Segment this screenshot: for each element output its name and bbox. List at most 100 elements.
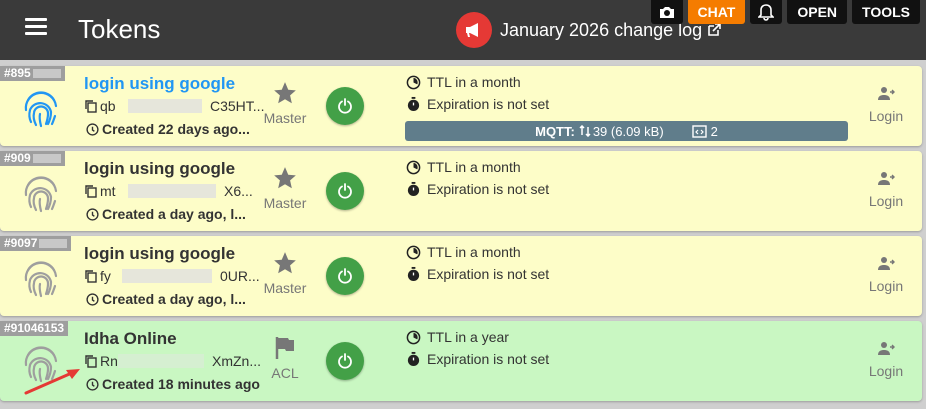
token-name: login using google	[84, 244, 236, 263]
menu-icon[interactable]	[25, 18, 47, 36]
token-mask	[128, 99, 202, 113]
mqtt-stats: 39 (6.09 kB)	[592, 123, 664, 139]
role-master: Master	[262, 165, 308, 213]
created-text: Created 18 minutes ago	[102, 376, 260, 392]
login-button[interactable]: Login	[866, 341, 906, 381]
login-button[interactable]: Login	[866, 86, 906, 126]
ttl-info: TTL in a year	[406, 329, 509, 345]
created-text: Created a day ago, l...	[102, 206, 246, 222]
open-button[interactable]: OPEN	[787, 0, 848, 24]
timelapse-icon	[406, 75, 421, 89]
mqtt-label: MQTT:	[535, 123, 575, 139]
annotation-arrow-icon	[24, 369, 80, 395]
tools-button[interactable]: TOOLS	[852, 0, 920, 24]
mqtt-count: 2	[710, 123, 718, 139]
ttl-info: TTL in a month	[406, 244, 521, 260]
power-icon	[338, 353, 352, 369]
token-prefix: qb	[100, 98, 116, 114]
token-card: #909 login using google mt X6... Created…	[0, 151, 922, 231]
account-arrow-icon	[878, 172, 895, 185]
clock-icon	[86, 292, 99, 306]
fingerprint-icon	[24, 91, 58, 128]
timelapse-icon	[406, 160, 421, 174]
timelapse-icon	[406, 330, 421, 344]
camera-icon	[659, 7, 674, 18]
token-prefix: fy	[100, 268, 111, 284]
token-suffix: 0UR...	[220, 268, 260, 284]
power-toggle-button[interactable]	[326, 87, 364, 125]
created-time: Created a day ago, l...	[86, 206, 246, 222]
login-button[interactable]: Login	[866, 256, 906, 296]
token-card: #895 login using google qb C35HT... Crea…	[0, 66, 922, 146]
token-name: login using google	[84, 159, 236, 178]
account-arrow-icon	[878, 257, 895, 270]
expiration-info: Expiration is not set	[406, 351, 549, 367]
bell-icon	[758, 4, 775, 21]
star-icon	[274, 82, 296, 104]
token-name-link[interactable]: login using google	[84, 74, 235, 94]
camera-button[interactable]	[650, 0, 683, 24]
power-toggle-button[interactable]	[326, 257, 364, 295]
token-suffix: XmZn...	[212, 353, 262, 369]
fingerprint-icon	[24, 176, 58, 213]
copy-icon[interactable]	[84, 269, 98, 283]
power-icon	[338, 98, 352, 114]
power-toggle-button[interactable]	[326, 172, 364, 210]
copy-icon[interactable]	[84, 354, 98, 368]
account-arrow-icon	[878, 87, 895, 100]
stopwatch-icon	[407, 266, 420, 282]
token-suffix: X6...	[224, 183, 253, 199]
token-id-badge: #9097	[0, 236, 72, 251]
created-time: Created 22 days ago...	[86, 121, 250, 137]
token-value[interactable]: mt X6...	[84, 183, 253, 199]
token-prefix: mt	[100, 183, 116, 199]
token-name: Idha Online	[84, 329, 177, 348]
token-mask	[128, 184, 216, 198]
token-mask	[122, 269, 212, 283]
mqtt-stats-bar: MQTT: 39 (6.09 kB) 2	[405, 121, 848, 141]
power-icon	[338, 268, 352, 284]
copy-icon[interactable]	[84, 99, 98, 113]
app-header: Tokens January 2026 change log CHAT OPEN…	[0, 0, 926, 60]
stopwatch-icon	[407, 96, 420, 112]
star-icon	[274, 252, 296, 274]
created-time: Created 18 minutes ago	[86, 376, 260, 392]
megaphone-icon	[456, 12, 492, 48]
token-card: #9097 login using google fy 0UR... Creat…	[0, 236, 922, 316]
account-arrow-icon	[878, 342, 895, 355]
token-id-badge: #91046153	[0, 321, 69, 336]
flag-icon	[275, 337, 294, 359]
ttl-info: TTL in a month	[406, 159, 521, 175]
copy-icon[interactable]	[84, 184, 98, 198]
power-icon	[338, 183, 352, 199]
star-icon	[274, 167, 296, 189]
token-card: #91046153 Idha Online Rn XmZn... Created…	[0, 321, 922, 401]
token-value[interactable]: qb C35HT...	[84, 98, 264, 114]
power-toggle-button[interactable]	[326, 342, 364, 380]
expiration-info: Expiration is not set	[406, 96, 549, 112]
fingerprint-icon	[24, 261, 58, 298]
expiration-info: Expiration is not set	[406, 181, 549, 197]
token-suffix: C35HT...	[210, 98, 265, 114]
clock-icon	[86, 122, 99, 136]
token-value[interactable]: Rn XmZn...	[84, 353, 261, 369]
token-id-badge: #895	[0, 66, 65, 81]
swap-vertical-icon	[579, 125, 591, 137]
external-link-icon	[708, 23, 721, 36]
toolbar: CHAT OPEN TOOLS	[650, 0, 920, 24]
notifications-button[interactable]	[750, 0, 783, 24]
stopwatch-icon	[407, 351, 420, 367]
clock-icon	[86, 377, 99, 391]
token-id-badge: #909	[0, 151, 65, 166]
ttl-info: TTL in a month	[406, 74, 521, 90]
chat-button[interactable]: CHAT	[687, 0, 746, 24]
token-mask	[118, 354, 204, 368]
page-title: Tokens	[78, 14, 161, 44]
timelapse-icon	[406, 245, 421, 259]
created-time: Created a day ago, l...	[86, 291, 246, 307]
clock-icon	[86, 207, 99, 221]
token-value[interactable]: fy 0UR...	[84, 268, 260, 284]
login-button[interactable]: Login	[866, 171, 906, 211]
code-box-icon	[691, 124, 707, 138]
role-acl: ACL	[262, 335, 308, 383]
